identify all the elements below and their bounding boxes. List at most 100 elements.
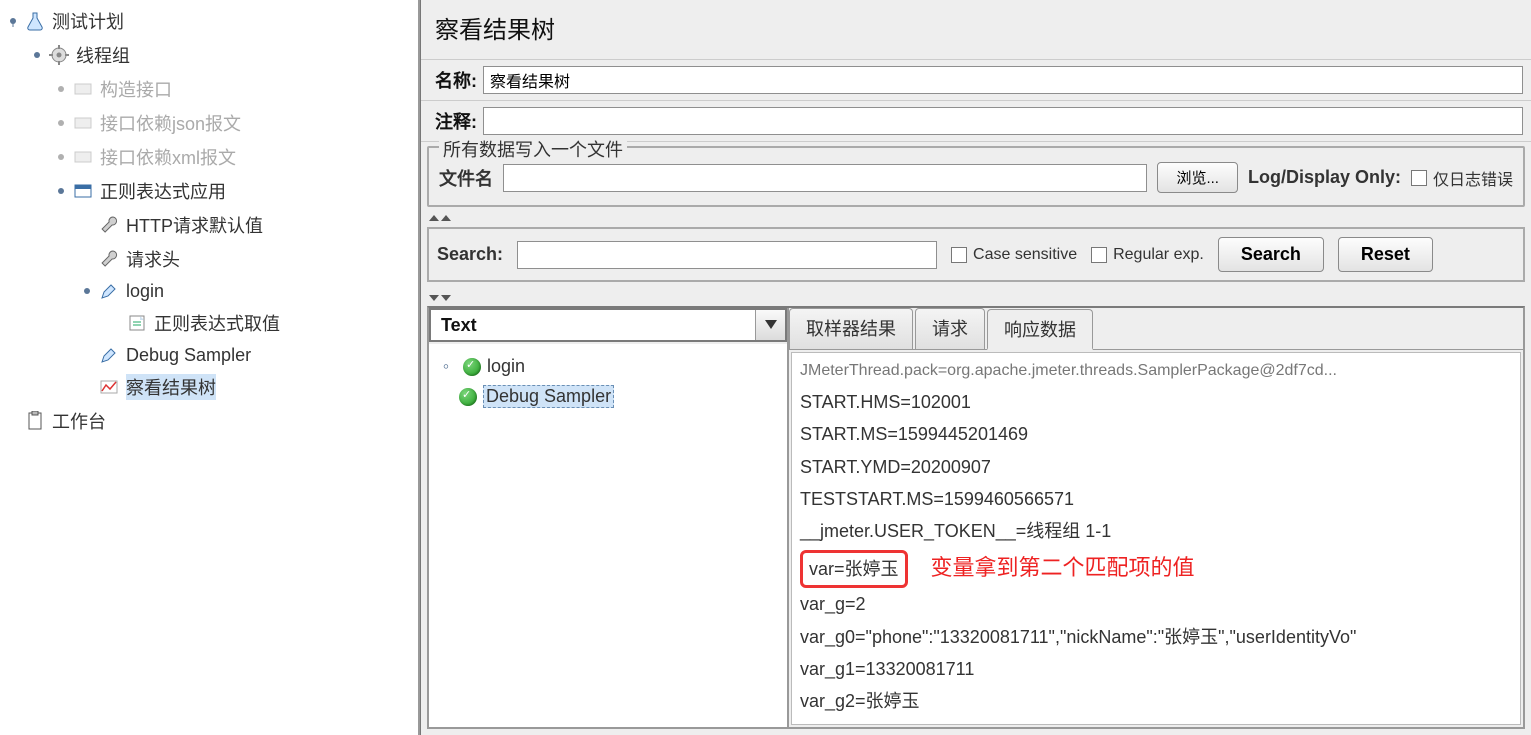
expand-handle-icon[interactable] — [28, 46, 46, 64]
response-body[interactable]: JMeterThread.pack=org.apache.jmeter.thre… — [791, 352, 1521, 725]
collapse-handle-icon[interactable] — [52, 148, 70, 166]
sample-label: Debug Sampler — [483, 385, 614, 408]
tree-workbench[interactable]: 工作台 — [0, 404, 418, 438]
tree-dep-xml[interactable]: 接口依赖xml报文 — [0, 140, 418, 174]
tree-label[interactable]: 构造接口 — [100, 76, 172, 102]
checkbox-icon — [1091, 247, 1107, 263]
file-fieldset: 所有数据写入一个文件 文件名 浏览... Log/Display Only: 仅… — [427, 146, 1525, 207]
log-errors-checkbox[interactable]: 仅日志错误 — [1411, 166, 1513, 190]
response-line: var_g0="phone":"13320081711","nickName":… — [800, 621, 1512, 653]
tree-label[interactable]: 察看结果树 — [126, 374, 216, 400]
tree-construct[interactable]: 构造接口 — [0, 72, 418, 106]
success-icon — [463, 358, 481, 376]
sample-tree: ◦ login Debug Sampler — [429, 344, 787, 727]
response-line: var_g2=张婷玉 — [800, 685, 1512, 717]
response-line: START.YMD=20200907 — [800, 451, 1512, 483]
results-detail-panel: 取样器结果 请求 响应数据 JMeterThread.pack=org.apac… — [789, 308, 1523, 727]
sampler-disabled-icon — [72, 146, 94, 168]
controller-icon — [72, 180, 94, 202]
comment-input[interactable] — [483, 107, 1523, 135]
response-line: JMeterThread.pack=org.apache.jmeter.thre… — [800, 357, 1512, 386]
tree-dep-json[interactable]: 接口依赖json报文 — [0, 106, 418, 140]
sample-item-login[interactable]: ◦ login — [435, 352, 781, 381]
search-label: Search: — [437, 244, 503, 265]
tree-debug-sampler[interactable]: Debug Sampler — [0, 340, 418, 370]
tree-label[interactable]: 工作台 — [52, 408, 106, 434]
renderer-combo[interactable]: Text — [429, 308, 787, 342]
response-line: START.HMS=102001 — [800, 386, 1512, 418]
result-tabs: 取样器结果 请求 响应数据 — [789, 308, 1523, 350]
tab-request[interactable]: 请求 — [915, 308, 985, 349]
response-line-highlighted: var=张婷玉 变量拿到第二个匹配项的值 — [800, 548, 1512, 588]
expand-down-icon[interactable] — [421, 286, 1531, 306]
note-icon — [126, 312, 148, 334]
collapse-handle-icon[interactable] — [52, 80, 70, 98]
fieldset-legend: 所有数据写入一个文件 — [439, 136, 627, 162]
tree-label[interactable]: 正则表达式应用 — [100, 178, 226, 204]
flask-icon — [24, 10, 46, 32]
results-tree-panel: Text ◦ login Debug Sampler — [429, 308, 789, 727]
tab-response[interactable]: 响应数据 — [987, 309, 1093, 350]
response-line: __jmeter.USER_TOKEN__=线程组 1-1 — [800, 515, 1512, 547]
success-icon — [459, 388, 477, 406]
tree-view-results[interactable]: 察看结果树 — [0, 370, 418, 404]
tree-label[interactable]: 接口依赖json报文 — [100, 110, 241, 136]
logdisplay-label: Log/Display Only: — [1248, 167, 1401, 188]
chevron-down-icon[interactable] — [755, 310, 785, 340]
highlight-box: var=张婷玉 — [800, 550, 908, 588]
tree-label[interactable]: 线程组 — [76, 42, 130, 68]
checkbox-icon — [951, 247, 967, 263]
tab-sampler-result[interactable]: 取样器结果 — [789, 308, 913, 349]
tree-panel: 测试计划 线程组 — [0, 0, 420, 735]
tree-label[interactable]: 请求头 — [126, 246, 180, 272]
expand-handle-icon[interactable] — [78, 282, 96, 300]
expand-up-icon[interactable] — [421, 213, 1531, 223]
chart-icon — [98, 376, 120, 398]
name-input[interactable] — [483, 66, 1523, 94]
tree-label[interactable]: 正则表达式取值 — [154, 310, 280, 336]
checkbox-icon — [1411, 170, 1427, 186]
collapse-handle-icon[interactable] — [52, 114, 70, 132]
browse-button[interactable]: 浏览... — [1157, 162, 1238, 193]
checkbox-label: Regular exp. — [1113, 246, 1204, 264]
checkbox-label: Case sensitive — [973, 246, 1077, 264]
file-label: 文件名 — [439, 165, 493, 191]
expand-handle-icon[interactable] — [4, 12, 22, 30]
gear-icon — [48, 44, 70, 66]
tree-regex-app[interactable]: 正则表达式应用 — [0, 174, 418, 208]
wrench-icon — [98, 248, 120, 270]
response-line: TESTSTART.MS=1599460566571 — [800, 483, 1512, 515]
expand-handle-icon[interactable]: ◦ — [437, 358, 455, 376]
response-line: var_g=2 — [800, 588, 1512, 620]
search-bar: Search: Case sensitive Regular exp. Sear… — [427, 227, 1525, 282]
search-button[interactable]: Search — [1218, 237, 1324, 272]
tree-label[interactable]: login — [126, 281, 164, 302]
response-line: var_g1=13320081711 — [800, 653, 1512, 685]
tree-thread-group[interactable]: 线程组 — [0, 38, 418, 72]
tree-headers[interactable]: 请求头 — [0, 242, 418, 276]
editor-panel: 察看结果树 名称: 注释: 所有数据写入一个文件 文件名 浏览... Log/D… — [420, 0, 1531, 735]
name-row: 名称: — [421, 60, 1531, 101]
search-input[interactable] — [517, 241, 937, 269]
reset-button[interactable]: Reset — [1338, 237, 1433, 272]
comment-label: 注释: — [429, 108, 483, 134]
tree-label[interactable]: 测试计划 — [52, 8, 124, 34]
annotation-text: 变量拿到第二个匹配项的值 — [931, 555, 1195, 580]
regular-exp-checkbox[interactable]: Regular exp. — [1091, 246, 1204, 264]
tree-label[interactable]: 接口依赖xml报文 — [100, 144, 236, 170]
tree-label[interactable]: Debug Sampler — [126, 345, 251, 366]
case-sensitive-checkbox[interactable]: Case sensitive — [951, 246, 1077, 264]
expand-handle-icon[interactable] — [52, 182, 70, 200]
tree-regex-extract[interactable]: 正则表达式取值 — [0, 306, 418, 340]
sample-label: login — [487, 356, 525, 377]
tree-login[interactable]: login — [0, 276, 418, 306]
clipboard-icon — [24, 410, 46, 432]
dropper-icon — [98, 280, 120, 302]
filename-input[interactable] — [503, 164, 1147, 192]
tree-test-plan[interactable]: 测试计划 — [0, 4, 418, 38]
sampler-disabled-icon — [72, 78, 94, 100]
tree-http-defaults[interactable]: HTTP请求默认值 — [0, 208, 418, 242]
sample-item-debug[interactable]: Debug Sampler — [435, 381, 781, 412]
tree-label[interactable]: HTTP请求默认值 — [126, 212, 263, 238]
name-label: 名称: — [429, 67, 483, 93]
